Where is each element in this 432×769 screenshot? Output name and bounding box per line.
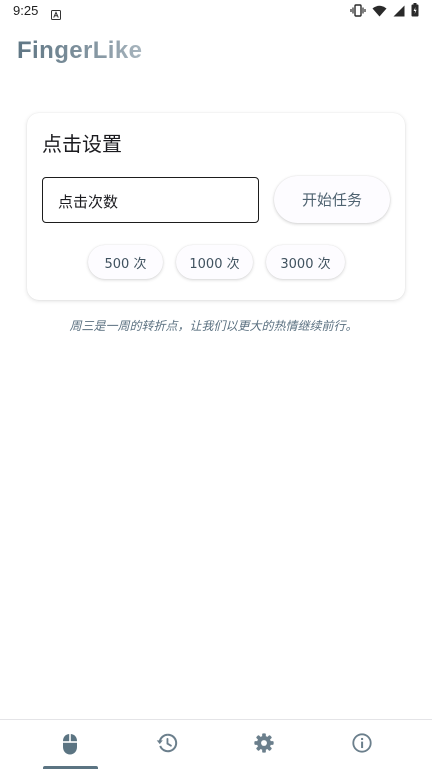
preset-chip-3000[interactable]: 3000 次 [266,245,345,279]
card-title: 点击设置 [42,132,122,156]
bottom-navigation [0,719,432,769]
status-time: 9:25 [13,3,39,18]
vibrate-icon [350,2,366,21]
notification-a-icon [51,5,61,20]
status-icons [350,2,419,21]
nav-item-settings[interactable] [210,720,318,769]
status-bar: 9:25 [0,0,432,24]
preset-chip-1000[interactable]: 1000 次 [176,245,253,279]
nav-item-history[interactable] [113,720,221,769]
click-count-placeholder: 点击次数 [58,193,119,211]
history-icon [156,733,178,753]
wifi-icon [372,2,387,21]
nav-item-about[interactable] [308,720,416,769]
click-count-input[interactable]: 点击次数 [42,177,259,223]
app-title: FingerLike [17,37,143,64]
battery-icon [411,2,419,21]
nav-item-click[interactable] [16,720,124,769]
mouse-icon [63,734,77,755]
settings-icon [254,733,274,753]
cell-signal-icon [393,2,405,21]
click-settings-card: 点击设置 点击次数 开始任务 500 次 1000 次 3000 次 [27,113,405,300]
preset-chip-500[interactable]: 500 次 [88,245,163,279]
info-icon [352,733,372,753]
daily-quote: 周三是一周的转折点，让我们以更大的热情继续前行。 [69,319,358,333]
start-task-button[interactable]: 开始任务 [274,176,390,223]
